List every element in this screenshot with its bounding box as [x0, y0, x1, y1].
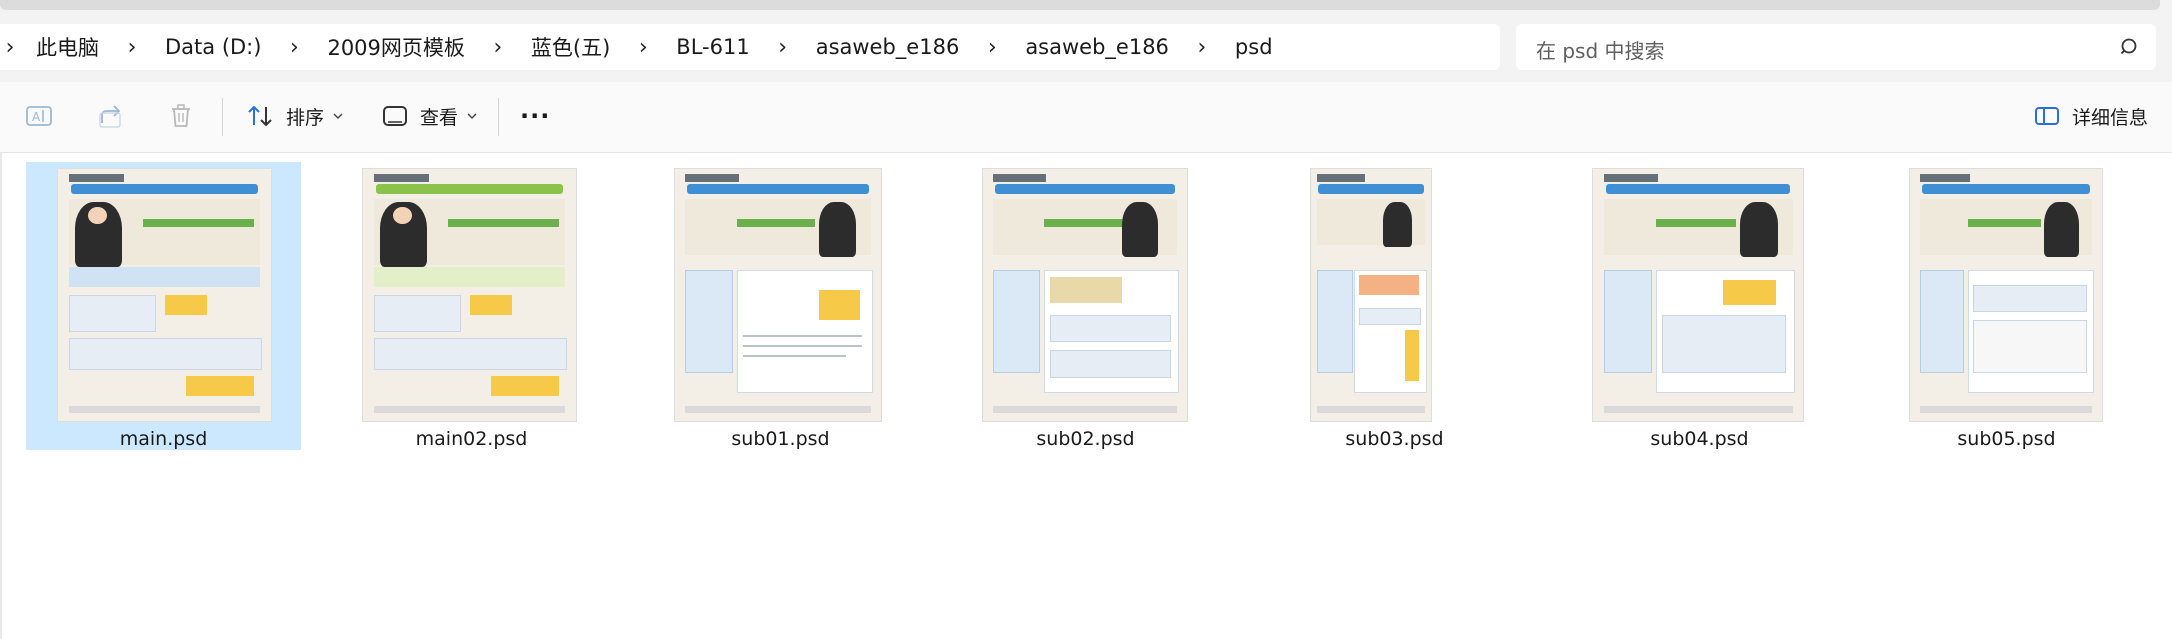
file-item[interactable]: sub05.psd [1869, 162, 2144, 450]
breadcrumb-item-templates[interactable]: 2009网页模板 [311, 32, 480, 62]
share-button[interactable] [96, 96, 126, 136]
file-item[interactable]: sub01.psd [643, 162, 918, 450]
file-item[interactable]: main.psd [26, 162, 301, 450]
rename-button[interactable]: A [24, 96, 54, 136]
file-thumbnail [1310, 168, 1432, 422]
search-placeholder: 在 psd 中搜索 [1536, 39, 1665, 63]
breadcrumb[interactable]: › 此电脑 › Data (D:) › 2009网页模板 › 蓝色(五) › B… [0, 24, 1500, 70]
more-icon: ··· [520, 102, 551, 130]
toolbar-divider [498, 98, 499, 136]
delete-button[interactable] [166, 96, 196, 136]
file-name: sub05.psd [1957, 428, 2056, 450]
file-item[interactable]: sub04.psd [1562, 162, 1837, 450]
file-thumbnail [982, 168, 1188, 422]
chevron-down-icon [333, 113, 343, 119]
search-input[interactable]: 在 psd 中搜索 [1516, 24, 2156, 70]
view-icon [383, 106, 407, 126]
breadcrumb-item-psd[interactable]: psd [1219, 35, 1289, 59]
file-name: sub03.psd [1345, 428, 1444, 450]
share-icon [99, 105, 121, 128]
chevron-down-icon [467, 113, 477, 119]
chevron-right-icon[interactable]: › [1185, 35, 1219, 60]
file-name: sub01.psd [731, 428, 830, 450]
breadcrumb-item-blue[interactable]: 蓝色(五) [515, 32, 626, 62]
file-thumbnail [362, 168, 577, 422]
sort-label: 排序 [286, 106, 325, 129]
breadcrumb-item-asaweb-1[interactable]: asaweb_e186 [800, 35, 976, 59]
details-label: 详细信息 [2072, 106, 2149, 129]
breadcrumb-item-drive[interactable]: Data (D:) [149, 35, 277, 59]
breadcrumb-item-this-pc[interactable]: 此电脑 [20, 32, 115, 62]
chevron-right-icon[interactable]: › [975, 35, 1009, 60]
chevron-right-icon[interactable]: › [626, 35, 660, 60]
file-name: sub02.psd [1036, 428, 1135, 450]
details-pane-icon [2035, 107, 2059, 125]
file-item[interactable]: sub02.psd [948, 162, 1223, 450]
nav-pane-edge [0, 153, 2, 639]
svg-text:A: A [32, 110, 41, 124]
file-item[interactable]: sub03.psd [1257, 162, 1532, 450]
details-pane-button[interactable]: 详细信息 [2034, 96, 2148, 136]
file-item[interactable]: main02.psd [334, 162, 609, 450]
command-bar: A 排序 查看 ··· 详细信息 [0, 82, 2172, 153]
chevron-right-icon[interactable]: › [277, 35, 311, 60]
chevron-right-icon[interactable]: › [481, 35, 515, 60]
toolbar-divider [222, 98, 223, 136]
file-name: sub04.psd [1650, 428, 1749, 450]
sort-button[interactable]: 排序 [246, 96, 344, 136]
breadcrumb-item-asaweb-2[interactable]: asaweb_e186 [1009, 35, 1185, 59]
chevron-right-icon[interactable]: › [0, 35, 20, 60]
view-label: 查看 [420, 106, 459, 129]
file-thumbnail [1909, 168, 2103, 422]
search-icon[interactable] [2120, 37, 2142, 59]
file-thumbnail [1592, 168, 1804, 422]
sort-icon [248, 105, 272, 127]
chevron-right-icon[interactable]: › [766, 35, 800, 60]
trash-icon [172, 104, 190, 127]
chevron-right-icon[interactable]: › [115, 35, 149, 60]
file-thumbnail [57, 168, 272, 422]
more-options-button[interactable]: ··· [520, 96, 550, 136]
file-grid: main.psd main02.psd sub01.psd sub02.psd … [0, 153, 2172, 639]
rename-icon: A [26, 106, 52, 126]
address-bar-region: › 此电脑 › Data (D:) › 2009网页模板 › 蓝色(五) › B… [0, 0, 2172, 82]
file-name: main.psd [119, 428, 208, 450]
file-name: main02.psd [415, 428, 528, 450]
file-thumbnail [674, 168, 882, 422]
horizontal-scrollbar[interactable] [0, 0, 2160, 10]
view-button[interactable]: 查看 [382, 96, 478, 136]
breadcrumb-item-bl611[interactable]: BL-611 [660, 35, 765, 59]
